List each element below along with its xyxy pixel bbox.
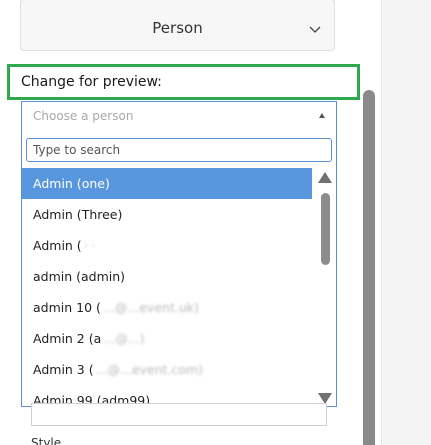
style-label: Style	[31, 436, 62, 445]
preview-highlight-box: Change for preview:	[7, 64, 360, 100]
redacted-text: · ·	[83, 238, 96, 253]
redacted-text: ...@...event.com)	[95, 362, 204, 377]
dropdown-scrollbar[interactable]	[318, 172, 332, 404]
scroll-up-arrow-icon[interactable]	[318, 172, 332, 183]
panel-scrollbar[interactable]	[363, 90, 375, 445]
hidden-field-input[interactable]	[31, 403, 327, 426]
person-option-admin-2[interactable]: Admin 2 (a ...@...)	[22, 323, 312, 354]
chooser-placeholder: Choose a person	[33, 109, 134, 123]
person-option-admin-three[interactable]: Admin (Three)	[22, 199, 312, 230]
person-option-list: Admin (one) Admin (Three) Admin (· · adm…	[22, 168, 312, 406]
person-field-value: Person	[152, 19, 203, 37]
person-option-admin-10[interactable]: admin 10 (...@...event.uk)	[22, 292, 312, 323]
person-field-select[interactable]: Person	[20, 0, 335, 51]
page: Person Change for preview: Choose a pers…	[0, 0, 431, 445]
redacted-text: ...@...)	[103, 331, 145, 346]
change-for-preview-label: Change for preview:	[21, 74, 162, 90]
person-option-admin-admin[interactable]: admin (admin)	[22, 261, 312, 292]
person-option-admin-redacted[interactable]: Admin (· ·	[22, 230, 312, 261]
caret-up-icon	[319, 113, 325, 118]
person-dropdown: Admin (one) Admin (Three) Admin (· · adm…	[21, 129, 337, 407]
chevron-down-icon	[309, 26, 321, 33]
person-option-admin-3[interactable]: Admin 3 (...@...event.com)	[22, 354, 312, 385]
person-chooser-select[interactable]: Choose a person	[21, 101, 337, 129]
right-panel	[381, 0, 431, 445]
scrollbar-thumb[interactable]	[321, 193, 330, 265]
search-input[interactable]	[26, 138, 332, 162]
redacted-text: ...@...event.uk)	[102, 300, 199, 315]
person-option-admin-one[interactable]: Admin (one)	[22, 168, 312, 199]
